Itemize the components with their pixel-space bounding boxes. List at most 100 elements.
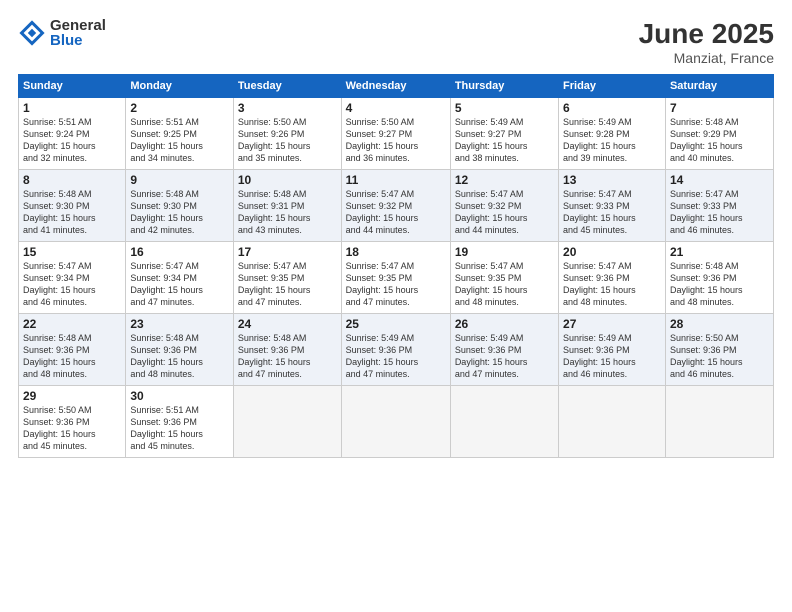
- day-number: 25: [346, 317, 446, 331]
- table-row: 9Sunrise: 5:48 AM Sunset: 9:30 PM Daylig…: [126, 170, 234, 242]
- col-wednesday: Wednesday: [341, 75, 450, 98]
- table-row: [559, 386, 666, 458]
- day-number: 6: [563, 101, 661, 115]
- day-number: 28: [670, 317, 769, 331]
- calendar-table: Sunday Monday Tuesday Wednesday Thursday…: [18, 74, 774, 458]
- table-row: 26Sunrise: 5:49 AM Sunset: 9:36 PM Dayli…: [450, 314, 558, 386]
- table-row: 16Sunrise: 5:47 AM Sunset: 9:34 PM Dayli…: [126, 242, 234, 314]
- day-number: 16: [130, 245, 229, 259]
- table-row: 15Sunrise: 5:47 AM Sunset: 9:34 PM Dayli…: [19, 242, 126, 314]
- day-number: 17: [238, 245, 337, 259]
- day-number: 19: [455, 245, 554, 259]
- calendar-week-row: 8Sunrise: 5:48 AM Sunset: 9:30 PM Daylig…: [19, 170, 774, 242]
- calendar-week-row: 29Sunrise: 5:50 AM Sunset: 9:36 PM Dayli…: [19, 386, 774, 458]
- day-number: 20: [563, 245, 661, 259]
- day-number: 11: [346, 173, 446, 187]
- day-info: Sunrise: 5:50 AM Sunset: 9:36 PM Dayligh…: [23, 404, 121, 453]
- day-number: 8: [23, 173, 121, 187]
- day-info: Sunrise: 5:48 AM Sunset: 9:30 PM Dayligh…: [130, 188, 229, 237]
- logo: General Blue: [18, 18, 106, 48]
- day-info: Sunrise: 5:50 AM Sunset: 9:27 PM Dayligh…: [346, 116, 446, 165]
- day-number: 1: [23, 101, 121, 115]
- month-title: June 2025: [639, 18, 774, 50]
- day-number: 2: [130, 101, 229, 115]
- location: Manziat, France: [639, 50, 774, 66]
- day-info: Sunrise: 5:49 AM Sunset: 9:27 PM Dayligh…: [455, 116, 554, 165]
- table-row: 5Sunrise: 5:49 AM Sunset: 9:27 PM Daylig…: [450, 98, 558, 170]
- table-row: 3Sunrise: 5:50 AM Sunset: 9:26 PM Daylig…: [233, 98, 341, 170]
- day-info: Sunrise: 5:51 AM Sunset: 9:25 PM Dayligh…: [130, 116, 229, 165]
- day-number: 13: [563, 173, 661, 187]
- day-info: Sunrise: 5:48 AM Sunset: 9:36 PM Dayligh…: [130, 332, 229, 381]
- day-info: Sunrise: 5:47 AM Sunset: 9:33 PM Dayligh…: [563, 188, 661, 237]
- table-row: 28Sunrise: 5:50 AM Sunset: 9:36 PM Dayli…: [665, 314, 773, 386]
- table-row: 18Sunrise: 5:47 AM Sunset: 9:35 PM Dayli…: [341, 242, 450, 314]
- calendar-week-row: 15Sunrise: 5:47 AM Sunset: 9:34 PM Dayli…: [19, 242, 774, 314]
- day-info: Sunrise: 5:50 AM Sunset: 9:36 PM Dayligh…: [670, 332, 769, 381]
- day-number: 23: [130, 317, 229, 331]
- logo-blue: Blue: [50, 33, 106, 48]
- col-tuesday: Tuesday: [233, 75, 341, 98]
- table-row: 21Sunrise: 5:48 AM Sunset: 9:36 PM Dayli…: [665, 242, 773, 314]
- day-info: Sunrise: 5:47 AM Sunset: 9:35 PM Dayligh…: [238, 260, 337, 309]
- table-row: 11Sunrise: 5:47 AM Sunset: 9:32 PM Dayli…: [341, 170, 450, 242]
- table-row: [450, 386, 558, 458]
- col-saturday: Saturday: [665, 75, 773, 98]
- table-row: 10Sunrise: 5:48 AM Sunset: 9:31 PM Dayli…: [233, 170, 341, 242]
- table-row: 7Sunrise: 5:48 AM Sunset: 9:29 PM Daylig…: [665, 98, 773, 170]
- table-row: 22Sunrise: 5:48 AM Sunset: 9:36 PM Dayli…: [19, 314, 126, 386]
- day-number: 24: [238, 317, 337, 331]
- day-info: Sunrise: 5:49 AM Sunset: 9:36 PM Dayligh…: [455, 332, 554, 381]
- day-number: 30: [130, 389, 229, 403]
- day-info: Sunrise: 5:47 AM Sunset: 9:35 PM Dayligh…: [455, 260, 554, 309]
- col-sunday: Sunday: [19, 75, 126, 98]
- day-info: Sunrise: 5:49 AM Sunset: 9:36 PM Dayligh…: [346, 332, 446, 381]
- day-info: Sunrise: 5:47 AM Sunset: 9:32 PM Dayligh…: [346, 188, 446, 237]
- day-info: Sunrise: 5:49 AM Sunset: 9:36 PM Dayligh…: [563, 332, 661, 381]
- table-row: 24Sunrise: 5:48 AM Sunset: 9:36 PM Dayli…: [233, 314, 341, 386]
- day-info: Sunrise: 5:48 AM Sunset: 9:36 PM Dayligh…: [670, 260, 769, 309]
- day-info: Sunrise: 5:47 AM Sunset: 9:33 PM Dayligh…: [670, 188, 769, 237]
- header-row: Sunday Monday Tuesday Wednesday Thursday…: [19, 75, 774, 98]
- table-row: 27Sunrise: 5:49 AM Sunset: 9:36 PM Dayli…: [559, 314, 666, 386]
- page: General Blue June 2025 Manziat, France S…: [0, 0, 792, 612]
- day-number: 22: [23, 317, 121, 331]
- col-thursday: Thursday: [450, 75, 558, 98]
- day-number: 26: [455, 317, 554, 331]
- table-row: 8Sunrise: 5:48 AM Sunset: 9:30 PM Daylig…: [19, 170, 126, 242]
- calendar-body: 1Sunrise: 5:51 AM Sunset: 9:24 PM Daylig…: [19, 98, 774, 458]
- day-info: Sunrise: 5:48 AM Sunset: 9:36 PM Dayligh…: [23, 332, 121, 381]
- table-row: 6Sunrise: 5:49 AM Sunset: 9:28 PM Daylig…: [559, 98, 666, 170]
- day-number: 27: [563, 317, 661, 331]
- day-info: Sunrise: 5:47 AM Sunset: 9:34 PM Dayligh…: [23, 260, 121, 309]
- day-info: Sunrise: 5:51 AM Sunset: 9:24 PM Dayligh…: [23, 116, 121, 165]
- col-monday: Monday: [126, 75, 234, 98]
- table-row: [665, 386, 773, 458]
- day-number: 12: [455, 173, 554, 187]
- table-row: 25Sunrise: 5:49 AM Sunset: 9:36 PM Dayli…: [341, 314, 450, 386]
- day-info: Sunrise: 5:48 AM Sunset: 9:30 PM Dayligh…: [23, 188, 121, 237]
- header: General Blue June 2025 Manziat, France: [18, 18, 774, 66]
- day-number: 3: [238, 101, 337, 115]
- table-row: 14Sunrise: 5:47 AM Sunset: 9:33 PM Dayli…: [665, 170, 773, 242]
- day-number: 7: [670, 101, 769, 115]
- calendar-week-row: 22Sunrise: 5:48 AM Sunset: 9:36 PM Dayli…: [19, 314, 774, 386]
- title-block: June 2025 Manziat, France: [639, 18, 774, 66]
- table-row: 20Sunrise: 5:47 AM Sunset: 9:36 PM Dayli…: [559, 242, 666, 314]
- day-number: 14: [670, 173, 769, 187]
- calendar-header: Sunday Monday Tuesday Wednesday Thursday…: [19, 75, 774, 98]
- table-row: 29Sunrise: 5:50 AM Sunset: 9:36 PM Dayli…: [19, 386, 126, 458]
- table-row: 2Sunrise: 5:51 AM Sunset: 9:25 PM Daylig…: [126, 98, 234, 170]
- day-info: Sunrise: 5:48 AM Sunset: 9:29 PM Dayligh…: [670, 116, 769, 165]
- table-row: 23Sunrise: 5:48 AM Sunset: 9:36 PM Dayli…: [126, 314, 234, 386]
- day-info: Sunrise: 5:48 AM Sunset: 9:31 PM Dayligh…: [238, 188, 337, 237]
- day-info: Sunrise: 5:50 AM Sunset: 9:26 PM Dayligh…: [238, 116, 337, 165]
- table-row: 13Sunrise: 5:47 AM Sunset: 9:33 PM Dayli…: [559, 170, 666, 242]
- logo-general: General: [50, 18, 106, 33]
- day-number: 18: [346, 245, 446, 259]
- day-info: Sunrise: 5:47 AM Sunset: 9:36 PM Dayligh…: [563, 260, 661, 309]
- calendar-week-row: 1Sunrise: 5:51 AM Sunset: 9:24 PM Daylig…: [19, 98, 774, 170]
- table-row: 4Sunrise: 5:50 AM Sunset: 9:27 PM Daylig…: [341, 98, 450, 170]
- table-row: [341, 386, 450, 458]
- table-row: 30Sunrise: 5:51 AM Sunset: 9:36 PM Dayli…: [126, 386, 234, 458]
